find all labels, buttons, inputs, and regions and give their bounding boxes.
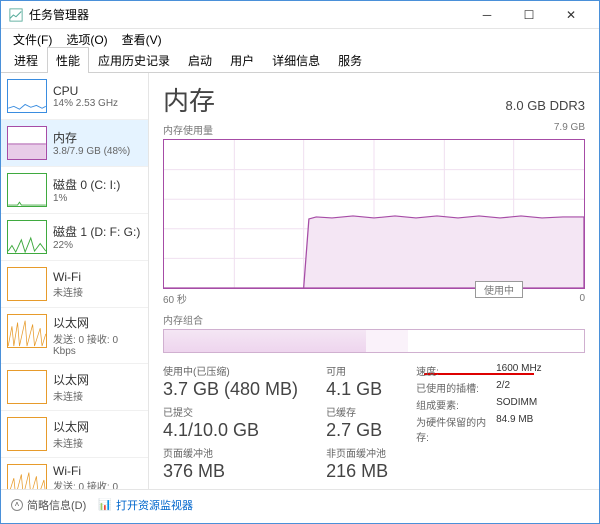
- sidebar-item-label: 磁盘 1 (D: F: G:): [53, 223, 140, 240]
- comp-label: 内存组合: [163, 312, 203, 327]
- sidebar-item-label: 以太网: [53, 418, 89, 435]
- disk-spark-icon: [7, 220, 47, 254]
- sidebar-item-label: 磁盘 0 (C: I:): [53, 176, 120, 193]
- monitor-icon: 📊: [98, 498, 112, 511]
- sidebar-item-disk1[interactable]: 磁盘 1 (D: F: G:)22%: [1, 214, 148, 261]
- detail-reserved: 84.9 MB: [496, 414, 533, 444]
- memory-spark-icon: [7, 126, 47, 160]
- app-icon: [9, 8, 23, 22]
- sidebar-item-label: Wi-Fi: [53, 464, 142, 478]
- sidebar-item-wifi1[interactable]: Wi-Fi未连接: [1, 261, 148, 308]
- window-title: 任务管理器: [29, 6, 467, 23]
- net-spark-icon: [7, 267, 47, 301]
- detail-slots: 2/2: [496, 380, 510, 395]
- minimize-button[interactable]: ─: [467, 4, 507, 26]
- tab-services[interactable]: 服务: [329, 47, 371, 73]
- tab-startup[interactable]: 启动: [179, 47, 221, 73]
- sidebar-item-eth3[interactable]: 以太网未连接: [1, 411, 148, 458]
- tab-users[interactable]: 用户: [221, 47, 263, 73]
- chart-label: 内存使用量: [163, 122, 213, 137]
- chevron-up-icon: ˄: [11, 499, 23, 511]
- sidebar-item-memory[interactable]: 内存3.8/7.9 GB (48%): [1, 120, 148, 167]
- sidebar-item-label: Wi-Fi: [53, 270, 83, 284]
- title-bar: 任务管理器 ─ ☐ ✕: [1, 1, 599, 29]
- usage-tag: 使用中: [475, 281, 523, 298]
- fewer-details-button[interactable]: ˄简略信息(D): [11, 497, 86, 513]
- sidebar-item-disk0[interactable]: 磁盘 0 (C: I:)1%: [1, 167, 148, 214]
- main-panel: 内存 8.0 GB DDR3 内存使用量 7.9 GB: [149, 73, 599, 489]
- sidebar-item-eth1[interactable]: 以太网发送: 0 接收: 0 Kbps: [1, 308, 148, 364]
- stat-in-use: 3.7 GB (480 MB): [163, 379, 298, 400]
- tab-processes[interactable]: 进程: [5, 47, 47, 73]
- disk-spark-icon: [7, 173, 47, 207]
- tab-details[interactable]: 详细信息: [263, 47, 329, 73]
- chart-max: 7.9 GB: [554, 122, 585, 137]
- detail-form: SODIMM: [496, 397, 537, 412]
- detail-speed: 1600 MHz: [496, 363, 542, 378]
- sidebar-item-cpu[interactable]: CPU14% 2.53 GHz: [1, 73, 148, 120]
- sidebar-item-label: 以太网: [53, 314, 142, 331]
- sidebar-item-label: CPU: [53, 84, 118, 98]
- cpu-spark-icon: [7, 79, 47, 113]
- net-spark-icon: [7, 464, 47, 489]
- memory-composition: [163, 329, 585, 353]
- tab-app-history[interactable]: 应用历史记录: [89, 47, 179, 73]
- net-spark-icon: [7, 314, 47, 348]
- stat-available: 4.1 GB: [326, 379, 388, 400]
- x-left: 60 秒: [163, 291, 187, 306]
- close-button[interactable]: ✕: [551, 4, 591, 26]
- sidebar: CPU14% 2.53 GHz 内存3.8/7.9 GB (48%) 磁盘 0 …: [1, 73, 149, 489]
- net-spark-icon: [7, 370, 47, 404]
- stat-nonpaged: 216 MB: [326, 461, 388, 482]
- stat-cached: 2.7 GB: [326, 420, 388, 441]
- tab-bar: 进程 性能 应用历史记录 启动 用户 详细信息 服务: [1, 49, 599, 73]
- stat-paged: 376 MB: [163, 461, 298, 482]
- menu-bar: 文件(F) 选项(O) 查看(V): [1, 29, 599, 49]
- footer: ˄简略信息(D) 📊打开资源监视器: [1, 489, 599, 519]
- net-spark-icon: [7, 417, 47, 451]
- tab-performance[interactable]: 性能: [47, 47, 89, 73]
- sidebar-item-label: 以太网: [53, 371, 89, 388]
- sidebar-item-eth2[interactable]: 以太网未连接: [1, 364, 148, 411]
- memory-chart: [163, 139, 585, 289]
- memory-spec: 8.0 GB DDR3: [506, 98, 585, 113]
- x-right: 0: [579, 293, 585, 304]
- page-title: 内存: [163, 81, 215, 118]
- sidebar-item-wifi2[interactable]: Wi-Fi发送: 0 接收: 0 Kbps: [1, 458, 148, 489]
- maximize-button[interactable]: ☐: [509, 4, 549, 26]
- stat-committed: 4.1/10.0 GB: [163, 420, 298, 441]
- sidebar-item-label: 内存: [53, 129, 130, 146]
- open-resource-monitor-link[interactable]: 📊打开资源监视器: [98, 497, 193, 513]
